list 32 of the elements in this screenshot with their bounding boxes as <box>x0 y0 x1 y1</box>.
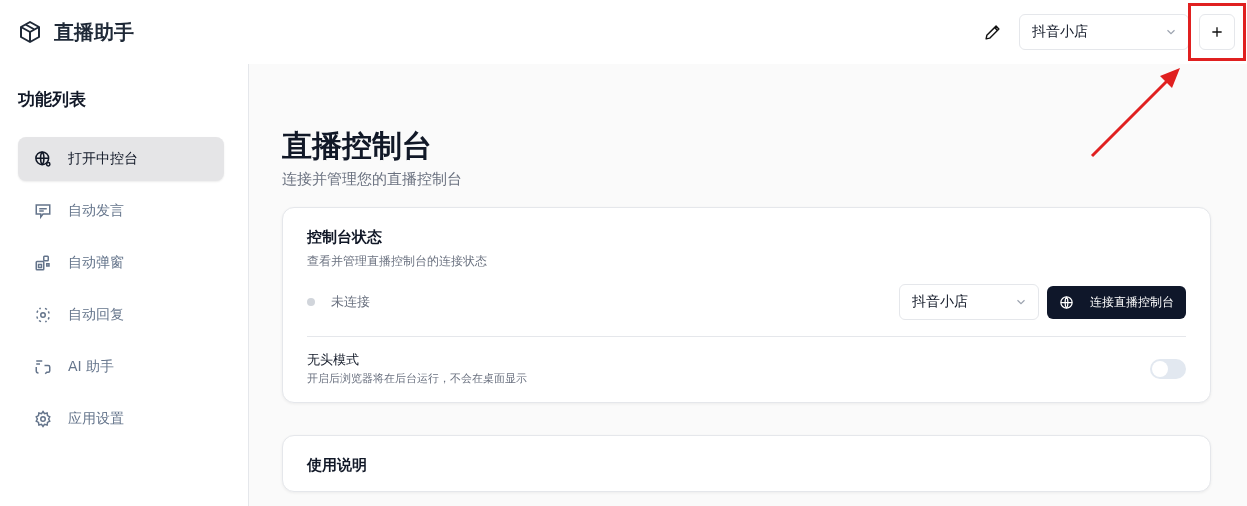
card-description: 查看并管理直播控制台的连接状态 <box>307 253 488 270</box>
add-button[interactable] <box>1199 14 1235 50</box>
blocks-icon <box>34 254 52 272</box>
settings-icon <box>34 410 52 428</box>
sidebar-item[interactable]: 自动弹窗 <box>18 241 224 285</box>
card-title: 使用说明 <box>307 456 368 475</box>
setting-description: 开启后浏览器将在后台运行，不会在桌面显示 <box>307 371 527 386</box>
globe-icon <box>1059 294 1074 310</box>
platform-select[interactable]: 抖音小店 <box>899 284 1039 320</box>
package-icon <box>18 20 42 44</box>
status-label: 未连接 <box>331 293 370 311</box>
connect-button[interactable]: 连接直播控制台 <box>1047 285 1186 319</box>
sidebar-item[interactable]: AI 助手 <box>18 345 224 389</box>
platform-select[interactable]: 抖音小店 <box>1019 14 1189 50</box>
app-title: 直播助手 <box>54 18 134 46</box>
sidebar-item[interactable]: 应用设置 <box>18 397 224 441</box>
sidebar-title: 功能列表 <box>18 88 87 111</box>
message-icon <box>34 202 52 220</box>
toggle-switch[interactable] <box>1150 358 1186 379</box>
plus-icon <box>1209 24 1225 40</box>
sidebar-item[interactable]: 自动发言 <box>18 189 224 233</box>
chat-icon <box>34 358 52 376</box>
sidebar-item[interactable]: 自动回复 <box>18 293 224 337</box>
setting-label: 无头模式 <box>307 351 360 369</box>
card-title: 控制台状态 <box>307 228 383 247</box>
page-subtitle: 连接并管理您的直播控制台 <box>282 170 463 189</box>
orbit-icon <box>34 306 52 324</box>
globe-icon <box>34 150 52 168</box>
page-title: 直播控制台 <box>282 127 433 165</box>
sidebar-item[interactable]: 打开中控台 <box>18 137 224 181</box>
pencil-icon[interactable] <box>984 23 1001 41</box>
highlight-box <box>1188 3 1246 61</box>
